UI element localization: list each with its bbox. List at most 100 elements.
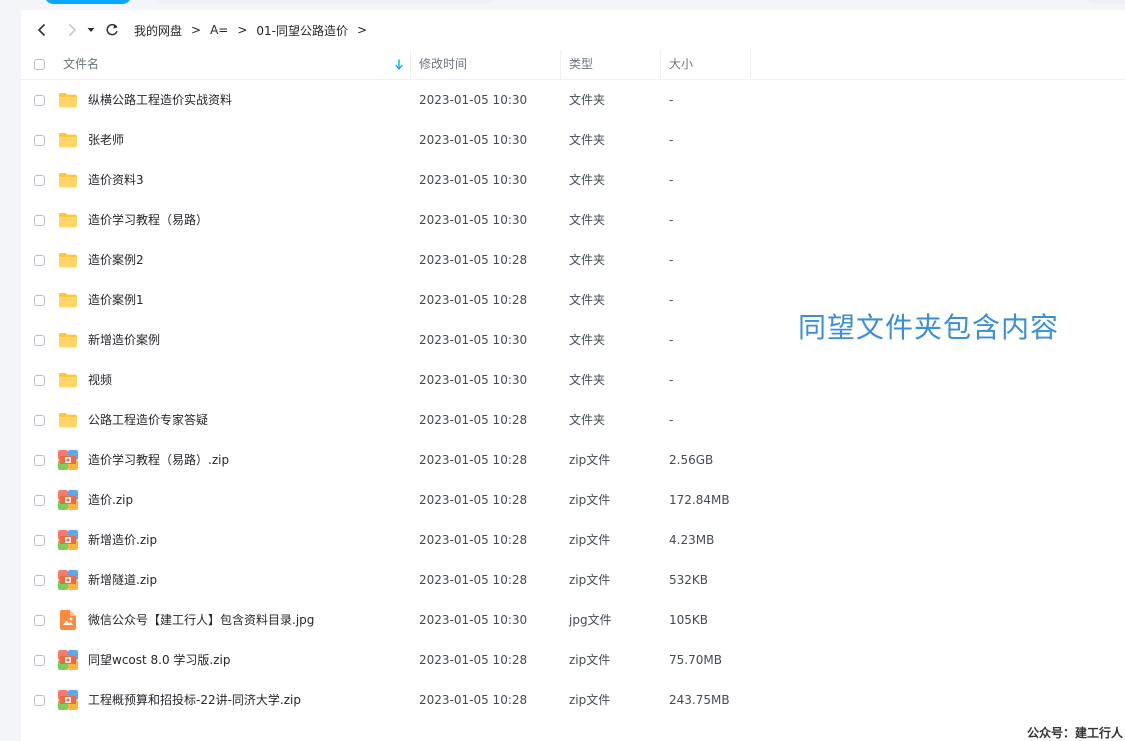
file-type: zip文件: [569, 493, 611, 507]
row-checkbox[interactable]: [34, 455, 45, 466]
file-modified-time: 2023-01-05 10:30: [419, 93, 528, 107]
file-size: 172.84MB: [669, 493, 730, 507]
file-name[interactable]: 视频: [88, 360, 112, 400]
zip-icon: [58, 650, 78, 670]
column-header-name[interactable]: 文件名: [63, 50, 99, 79]
folder-icon: [58, 90, 78, 110]
breadcrumb-item-a[interactable]: A=: [210, 23, 228, 37]
file-modified-time: 2023-01-05 10:30: [419, 173, 528, 187]
file-size: -: [669, 333, 674, 347]
column-divider[interactable]: [560, 50, 561, 79]
top-action-button[interactable]: [44, 0, 132, 4]
file-name[interactable]: 造价案例2: [88, 240, 144, 280]
file-row[interactable]: 造价案例2 2023-01-05 10:28 文件夹 -: [21, 240, 1125, 280]
file-row[interactable]: 张老师 2023-01-05 10:30 文件夹 -: [21, 120, 1125, 160]
file-name[interactable]: 造价.zip: [88, 480, 133, 520]
forward-button[interactable]: [60, 18, 84, 42]
file-name[interactable]: 微信公众号【建工行人】包含资料目录.jpg: [88, 600, 314, 640]
file-size: 4.23MB: [669, 533, 715, 547]
file-type: 文件夹: [569, 173, 606, 187]
file-name[interactable]: 纵横公路工程造价实战资料: [88, 80, 232, 120]
file-row[interactable]: 视频 2023-01-05 10:30 文件夹 -: [21, 360, 1125, 400]
file-name[interactable]: 新增造价.zip: [88, 520, 157, 560]
sort-arrow-icon[interactable]: [395, 59, 403, 73]
file-row[interactable]: 同望wcost 8.0 学习版.zip 2023-01-05 10:28 zip文件…: [21, 640, 1125, 680]
file-name[interactable]: 造价资料3: [88, 160, 144, 200]
row-checkbox[interactable]: [34, 535, 45, 546]
column-divider[interactable]: [660, 50, 661, 79]
file-row[interactable]: 造价学习教程（易路） 2023-01-05 10:30 文件夹 -: [21, 200, 1125, 240]
row-checkbox[interactable]: [34, 615, 45, 626]
row-checkbox[interactable]: [34, 375, 45, 386]
file-type: 文件夹: [569, 253, 606, 267]
file-name[interactable]: 张老师: [88, 120, 124, 160]
row-checkbox[interactable]: [34, 255, 45, 266]
file-row[interactable]: 微信公众号【建工行人】包含资料目录.jpg 2023-01-05 10:30 jpg…: [21, 600, 1125, 640]
folder-icon: [58, 250, 78, 270]
file-size: 105KB: [669, 613, 709, 627]
row-checkbox[interactable]: [34, 175, 45, 186]
file-modified-time: 2023-01-05 10:28: [419, 653, 528, 667]
column-header-size[interactable]: 大小: [669, 50, 693, 79]
file-type: 文件夹: [569, 413, 606, 427]
file-name[interactable]: 新增造价案例: [88, 320, 160, 360]
row-checkbox[interactable]: [34, 655, 45, 666]
file-modified-time: 2023-01-05 10:28: [419, 533, 528, 547]
column-divider[interactable]: [410, 50, 411, 79]
file-row[interactable]: 纵横公路工程造价实战资料 2023-01-05 10:30 文件夹 -: [21, 80, 1125, 120]
file-size: -: [669, 293, 674, 307]
file-type: 文件夹: [569, 293, 606, 307]
row-checkbox[interactable]: [34, 295, 45, 306]
file-name[interactable]: 同望wcost 8.0 学习版.zip: [88, 640, 231, 680]
file-name[interactable]: 公路工程造价专家答疑: [88, 400, 208, 440]
row-checkbox[interactable]: [34, 415, 45, 426]
folder-icon: [58, 370, 78, 390]
file-modified-time: 2023-01-05 10:30: [419, 133, 528, 147]
row-checkbox[interactable]: [34, 335, 45, 346]
row-checkbox[interactable]: [34, 215, 45, 226]
file-modified-time: 2023-01-05 10:28: [419, 413, 528, 427]
file-name[interactable]: 工程概预算和招投标-22讲-同济大学.zip: [88, 680, 301, 720]
file-type: jpg文件: [569, 613, 612, 627]
file-row[interactable]: 新增造价.zip 2023-01-05 10:28 zip文件 4.23MB: [21, 520, 1125, 560]
top-right-control[interactable]: [1085, 0, 1125, 4]
file-size: -: [669, 133, 674, 147]
file-row[interactable]: 造价.zip 2023-01-05 10:28 zip文件 172.84MB: [21, 480, 1125, 520]
file-row[interactable]: 工程概预算和招投标-22讲-同济大学.zip 2023-01-05 10:28 zi…: [21, 680, 1125, 720]
file-size: 75.70MB: [669, 653, 722, 667]
refresh-button[interactable]: [100, 18, 124, 42]
select-all-checkbox[interactable]: [34, 59, 45, 70]
zip-icon: [58, 690, 78, 710]
breadcrumb-item-current[interactable]: 01-同望公路造价: [256, 22, 348, 39]
file-size: 243.75MB: [669, 693, 730, 707]
file-name[interactable]: 新增隧道.zip: [88, 560, 157, 600]
column-header-modified[interactable]: 修改时间: [419, 50, 467, 79]
top-search-bar[interactable]: [155, 0, 495, 4]
file-name[interactable]: 造价学习教程（易路）: [88, 200, 208, 240]
row-checkbox[interactable]: [34, 695, 45, 706]
column-divider[interactable]: [750, 50, 751, 79]
folder-icon: [58, 130, 78, 150]
file-modified-time: 2023-01-05 10:28: [419, 253, 528, 267]
file-type: 文件夹: [569, 213, 606, 227]
row-checkbox[interactable]: [34, 575, 45, 586]
file-name[interactable]: 造价案例1: [88, 280, 144, 320]
file-row[interactable]: 公路工程造价专家答疑 2023-01-05 10:28 文件夹 -: [21, 400, 1125, 440]
file-row[interactable]: 新增隧道.zip 2023-01-05 10:28 zip文件 532KB: [21, 560, 1125, 600]
annotation-text: 同望文件夹包含内容: [798, 311, 1060, 344]
breadcrumb-item-root[interactable]: 我的网盘: [134, 22, 182, 39]
file-size: -: [669, 253, 674, 267]
file-type: zip文件: [569, 453, 611, 467]
breadcrumb-separator: >: [237, 23, 248, 37]
history-dropdown-button[interactable]: [84, 18, 98, 42]
breadcrumb-separator: >: [191, 23, 202, 37]
back-button[interactable]: [30, 18, 54, 42]
row-checkbox[interactable]: [34, 95, 45, 106]
file-row[interactable]: 造价学习教程（易路）.zip 2023-01-05 10:28 zip文件 2.56G…: [21, 440, 1125, 480]
row-checkbox[interactable]: [34, 135, 45, 146]
file-name[interactable]: 造价学习教程（易路）.zip: [88, 440, 229, 480]
row-checkbox[interactable]: [34, 495, 45, 506]
file-row[interactable]: 造价资料3 2023-01-05 10:30 文件夹 -: [21, 160, 1125, 200]
file-modified-time: 2023-01-05 10:28: [419, 453, 528, 467]
column-header-type[interactable]: 类型: [569, 50, 593, 79]
